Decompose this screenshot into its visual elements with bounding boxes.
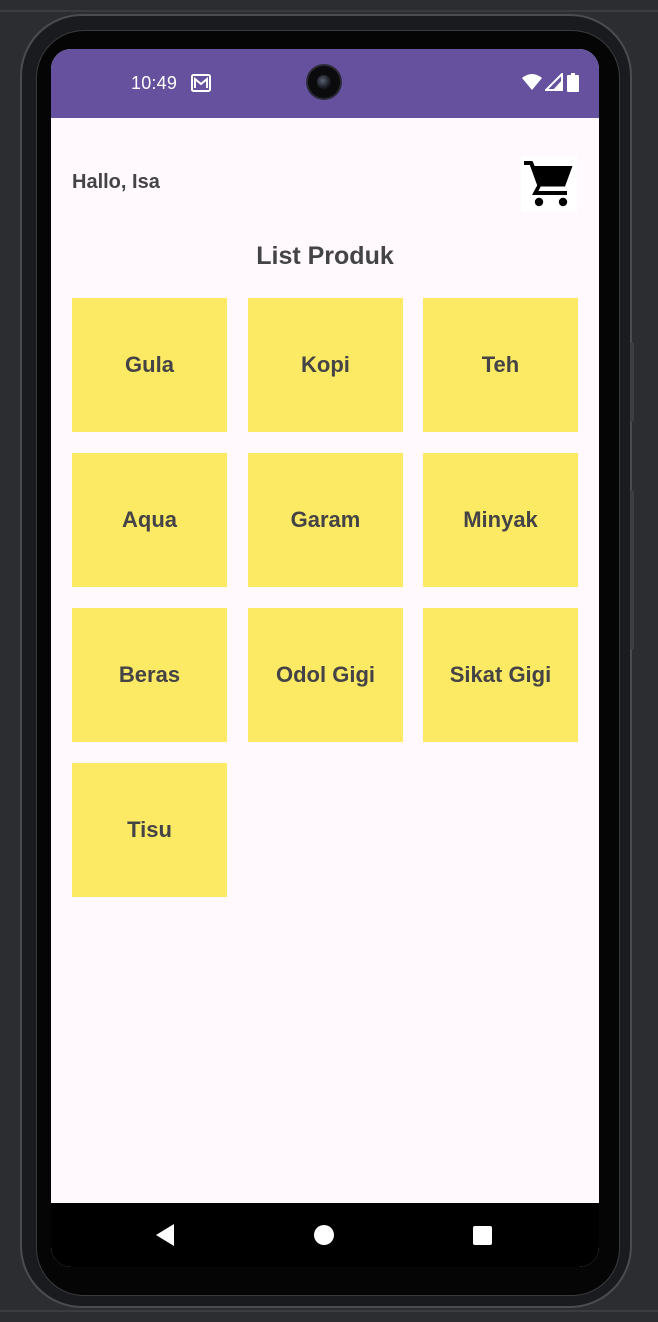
emulator-stage: 10:49 Hallo, Isa List Produk Gula Kopi T… [0, 0, 658, 1322]
bottom-divider [0, 1310, 658, 1312]
status-bar: 10:49 [51, 49, 599, 118]
status-time: 10:49 [131, 73, 178, 93]
product-card-tisu[interactable]: Tisu [72, 763, 227, 897]
product-label: Garam [290, 507, 361, 532]
product-card-aqua[interactable]: Aqua [72, 453, 227, 587]
app-content: Hallo, Isa List Produk Gula Kopi Teh Aqu… [51, 118, 599, 1203]
signal-icon [543, 71, 563, 91]
shopping-cart-icon [524, 161, 573, 207]
greeting-text: Hallo, Isa [72, 171, 160, 193]
product-card-minyak[interactable]: Minyak [423, 453, 578, 587]
navigation-bar [51, 1203, 599, 1267]
toolbar-divider [0, 10, 658, 12]
front-camera [308, 66, 340, 98]
gmail-icon [191, 74, 211, 92]
product-card-kopi[interactable]: Kopi [248, 298, 403, 432]
product-label: Odol Gigi [276, 662, 375, 687]
product-card-gula[interactable]: Gula [72, 298, 227, 432]
recents-icon[interactable] [473, 1226, 492, 1245]
device-screen: 10:49 Hallo, Isa List Produk Gula Kopi T… [51, 49, 599, 1267]
wifi-icon [521, 73, 543, 91]
product-card-garam[interactable]: Garam [248, 453, 403, 587]
product-label: Minyak [463, 507, 538, 532]
product-label: Aqua [122, 507, 177, 532]
power-button[interactable] [630, 342, 634, 422]
volume-button[interactable] [630, 490, 634, 650]
product-card-beras[interactable]: Beras [72, 608, 227, 742]
product-label: Beras [118, 662, 181, 687]
page-title: List Produk [256, 242, 394, 270]
product-label: Gula [125, 352, 174, 377]
product-card-sikat-gigi[interactable]: Sikat Gigi [423, 608, 578, 742]
product-label: Tisu [127, 817, 172, 842]
product-card-teh[interactable]: Teh [423, 298, 578, 432]
battery-icon [567, 73, 579, 92]
home-icon[interactable] [314, 1225, 334, 1245]
cart-button[interactable] [521, 156, 577, 212]
product-card-odol-gigi[interactable]: Odol Gigi [248, 608, 403, 742]
product-label: Kopi [301, 352, 350, 377]
back-icon[interactable] [154, 1223, 176, 1247]
camera-lens [317, 75, 331, 89]
product-label: Sikat Gigi [449, 662, 552, 687]
product-label: Teh [481, 352, 520, 377]
